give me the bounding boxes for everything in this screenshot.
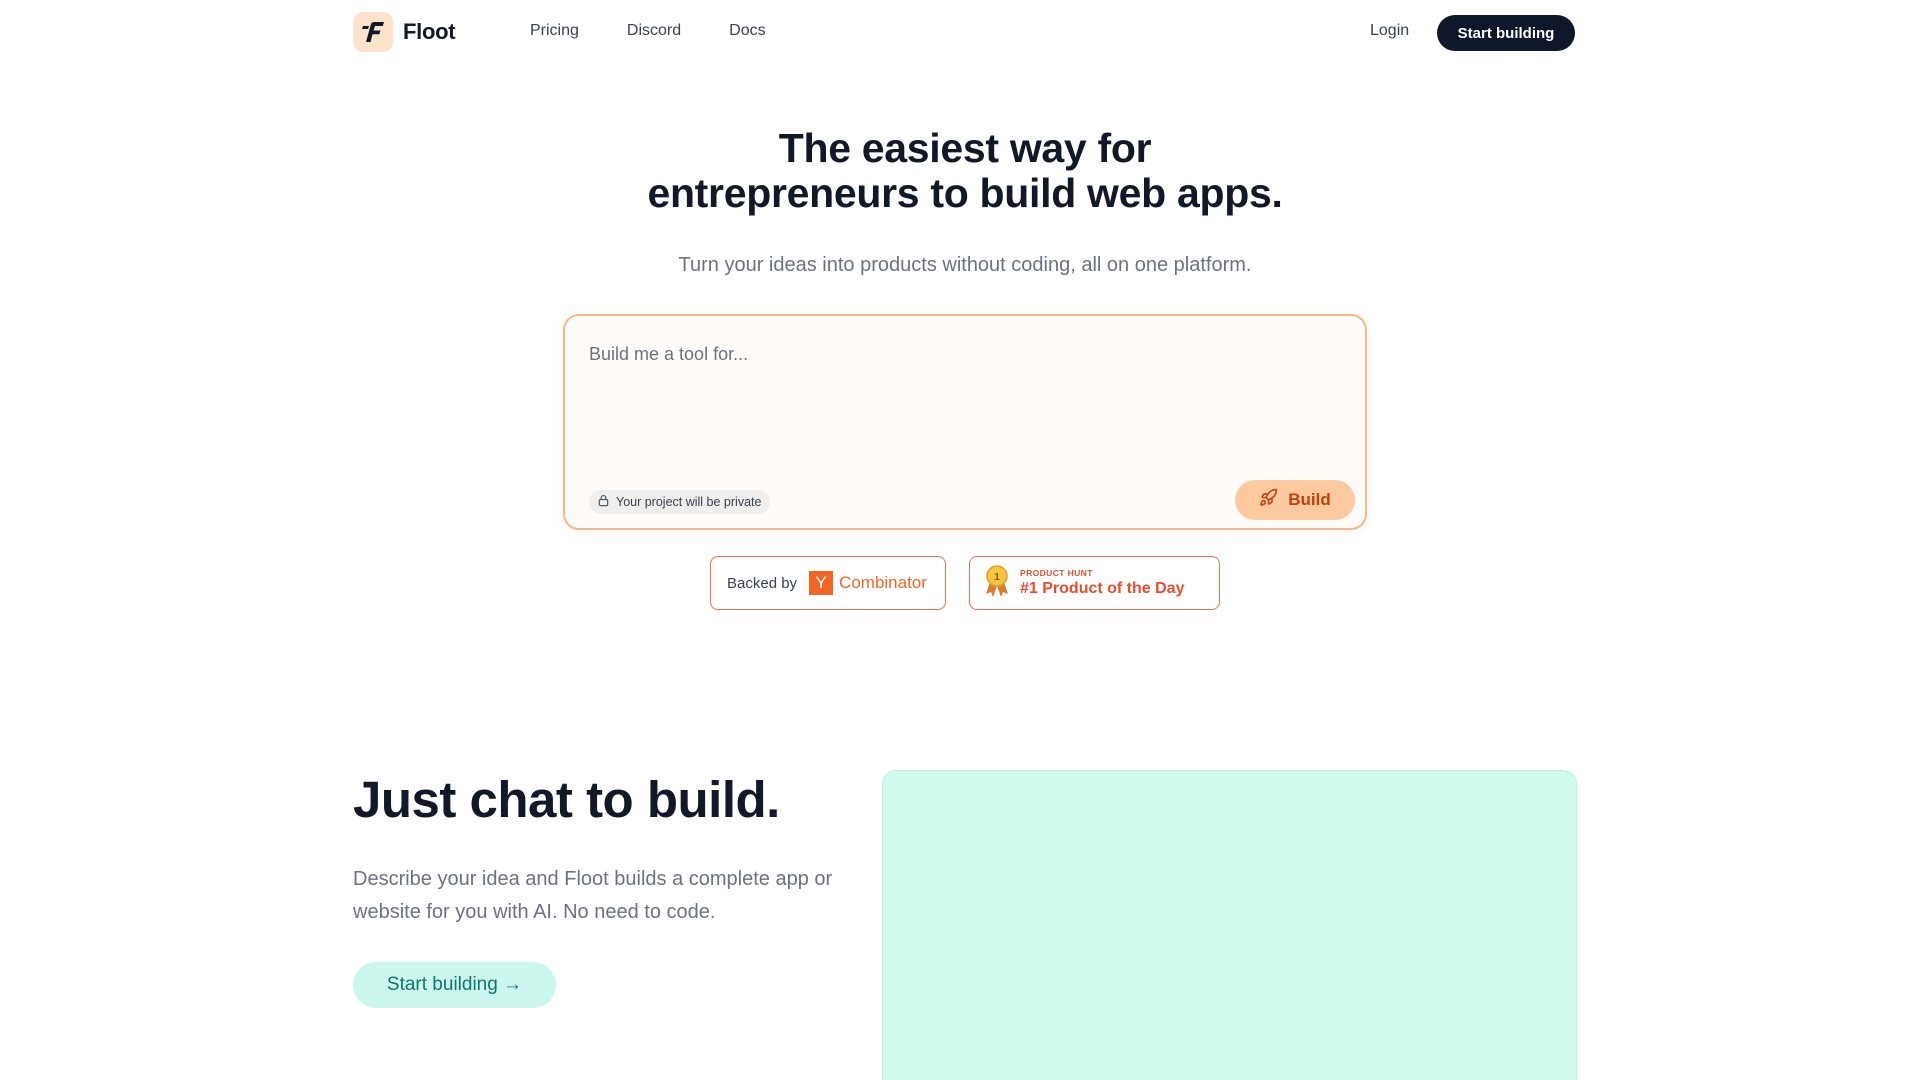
nav-link-pricing[interactable]: Pricing — [530, 22, 579, 40]
top-nav: Floot Pricing Discord Docs Login Start b… — [0, 0, 1920, 65]
product-of-day-label: #1 Product of the Day — [1020, 580, 1185, 597]
main-nav: Pricing Discord Docs — [530, 22, 766, 40]
chat-section-description: Describe your idea and Floot builds a co… — [353, 868, 833, 923]
demo-preview-panel — [882, 770, 1577, 1080]
build-label: Build — [1288, 490, 1331, 509]
prompt-input[interactable] — [589, 344, 1329, 365]
chat-section-title: Just chat to build. — [353, 771, 780, 828]
hero-title-line1: The easiest way for — [778, 125, 1152, 171]
chat-section-start-button[interactable]: Start building → — [353, 962, 556, 1008]
medal-number: 1 — [994, 572, 1000, 583]
yc-logo-icon: Y — [809, 571, 834, 595]
hero-subtitle: Turn your ideas into products without co… — [678, 254, 1252, 276]
floot-logo-icon — [353, 12, 393, 52]
yc-combinator-label: Combinator — [839, 573, 927, 592]
product-hunt-badge[interactable]: 1 PRODUCT HUNT #1 Product of the Day — [969, 556, 1220, 610]
nav-link-discord[interactable]: Discord — [627, 22, 681, 40]
start-building-button[interactable]: Start building — [1437, 15, 1575, 51]
rocket-icon — [1259, 488, 1278, 512]
product-hunt-medal-icon: 1 — [984, 564, 1010, 603]
login-link[interactable]: Login — [1370, 22, 1409, 40]
hero-title: The easiest way for entrepreneurs to bui… — [0, 126, 1920, 216]
logo-text: Floot — [403, 19, 456, 44]
prompt-card: Your project will be private Build — [563, 314, 1367, 530]
backed-by-label: Backed by — [727, 574, 798, 592]
yc-badge[interactable]: Backed by Y Combinator — [710, 556, 946, 610]
lock-icon — [597, 494, 610, 510]
nav-link-docs[interactable]: Docs — [729, 22, 765, 40]
logo-link[interactable]: Floot — [353, 12, 456, 52]
build-button[interactable]: Build — [1235, 480, 1355, 520]
privacy-pill[interactable]: Your project will be private — [589, 490, 771, 514]
product-hunt-label: PRODUCT HUNT — [1020, 568, 1093, 578]
product-hunt-text: PRODUCT HUNT #1 Product of the Day — [1020, 568, 1184, 598]
hero-title-line2: entrepreneurs to build web apps. — [647, 170, 1283, 216]
privacy-label: Your project will be private — [616, 495, 762, 509]
